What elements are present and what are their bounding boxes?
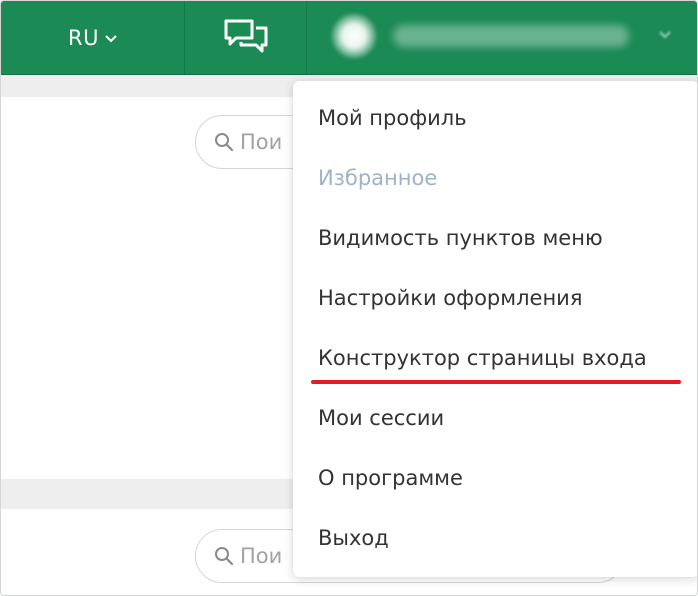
search-placeholder: Пои — [240, 544, 283, 568]
chat-button[interactable] — [185, 1, 307, 74]
language-label: RU — [68, 25, 99, 50]
menu-item-appearance-settings[interactable]: Настройки оформления — [318, 282, 582, 314]
user-avatar-icon — [331, 13, 377, 59]
top-bar: RU — [1, 1, 697, 75]
chevron-down-icon — [105, 31, 117, 47]
highlight-underline — [311, 380, 681, 384]
menu-item-favorites[interactable]: Избранное — [318, 162, 437, 194]
chevron-down-icon — [659, 27, 671, 43]
app-frame: Пои Пои RU Мой профиль Избранное Видимос… — [0, 0, 698, 596]
menu-item-sessions[interactable]: Мои сессии — [318, 402, 444, 434]
search-placeholder: Пои — [240, 130, 283, 154]
menu-item-about[interactable]: О программе — [318, 462, 463, 494]
search-icon — [214, 132, 234, 152]
menu-item-logout[interactable]: Выход — [318, 522, 389, 554]
search-icon — [214, 546, 234, 566]
user-menu-toggle[interactable] — [307, 1, 697, 74]
user-name-blurred — [393, 25, 629, 47]
chat-bubbles-icon — [223, 18, 269, 58]
user-dropdown-menu: Мой профиль Избранное Видимость пунктов … — [293, 81, 697, 577]
menu-item-menu-visibility[interactable]: Видимость пунктов меню — [318, 222, 603, 254]
language-switcher[interactable]: RU — [1, 1, 185, 74]
menu-item-login-page-builder[interactable]: Конструктор страницы входа — [318, 342, 647, 374]
menu-item-profile[interactable]: Мой профиль — [318, 102, 467, 134]
